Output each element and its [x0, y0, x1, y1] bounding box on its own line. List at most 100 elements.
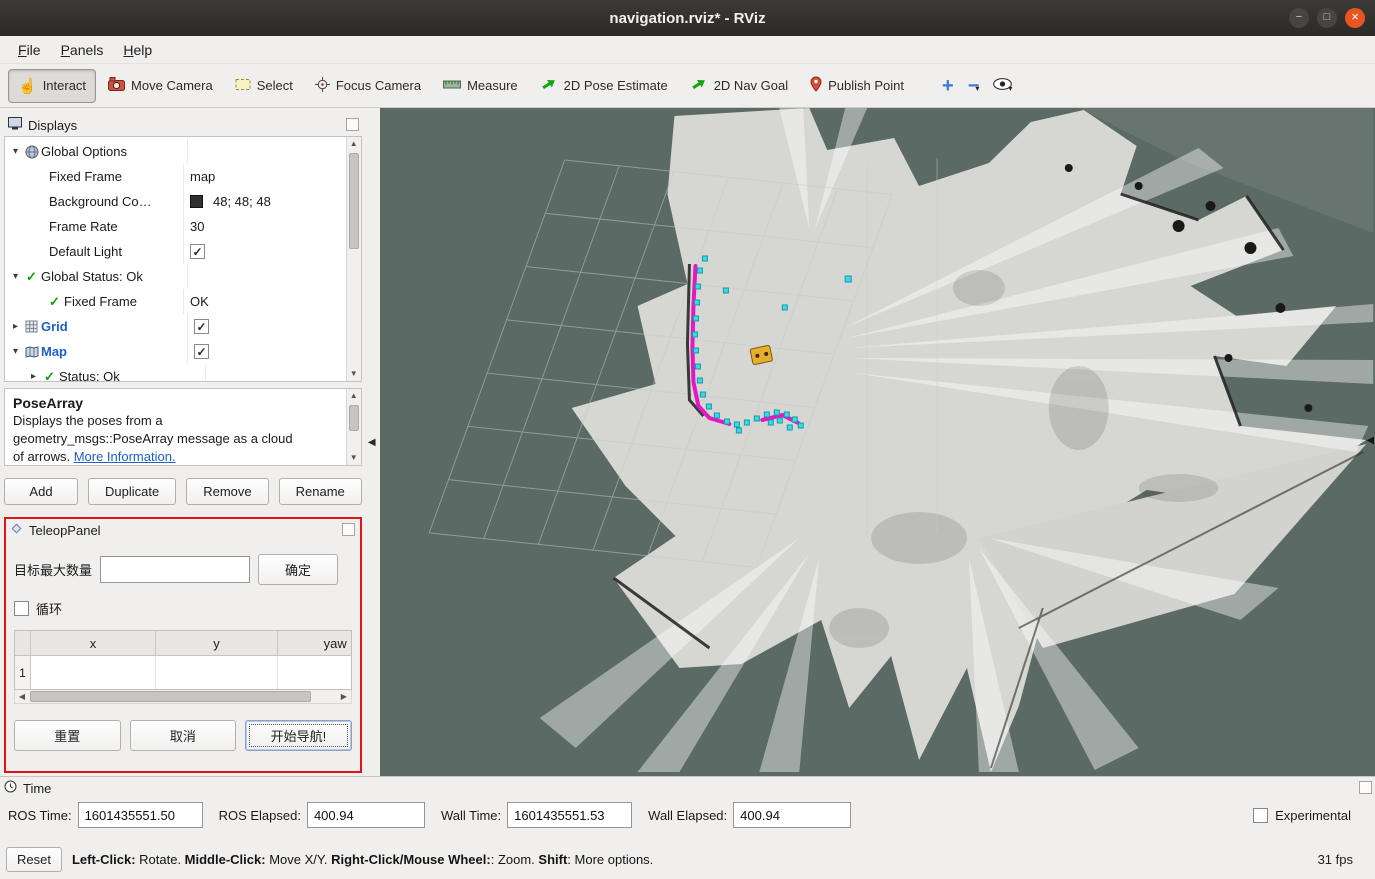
cell-y[interactable]	[156, 656, 278, 689]
add-tool-icon[interactable]: +	[942, 79, 954, 93]
scrollbar-thumb[interactable]	[349, 153, 359, 249]
more-information-link[interactable]: More Information.	[74, 449, 176, 464]
description-title: PoseArray	[13, 394, 338, 412]
close-button[interactable]: ×	[1345, 8, 1365, 28]
tree-row[interactable]: Background Co… 48; 48; 48	[5, 189, 346, 214]
wall-time-input[interactable]	[507, 802, 632, 828]
tool-publish-point[interactable]: Publish Point	[800, 68, 914, 103]
teleop-panel-header[interactable]: TeleopPanel	[6, 519, 360, 541]
experimental-group: Experimental	[1253, 808, 1351, 823]
remove-button[interactable]: Remove	[186, 478, 268, 505]
displays-scrollbar[interactable]: ▲ ▼	[346, 137, 361, 381]
collapse-left-icon[interactable]: ◀	[368, 437, 376, 448]
experimental-label: Experimental	[1275, 808, 1351, 823]
tool-focus-camera[interactable]: Focus Camera	[305, 69, 431, 103]
tree-row[interactable]: ▾ ✓ Global Status: Ok	[5, 264, 346, 289]
tree-row[interactable]: Frame Rate 30	[5, 214, 346, 239]
tool-properties-button[interactable]: ▾	[993, 78, 1012, 93]
default-light-checkbox[interactable]	[190, 244, 205, 259]
property-value	[205, 364, 346, 381]
tree-row[interactable]: ▸ Grid	[5, 314, 346, 339]
column-header-yaw[interactable]: yaw	[278, 631, 351, 655]
tree-row[interactable]: ▸ ✓ Status: Ok	[5, 364, 346, 381]
property-value[interactable]: map	[183, 164, 346, 189]
tree-row[interactable]: ▾ Map	[5, 339, 346, 364]
expander-closed-icon[interactable]: ▸	[27, 371, 40, 381]
menu-file[interactable]: File	[8, 39, 51, 61]
loop-checkbox[interactable]	[14, 601, 29, 616]
wall-elapsed-input[interactable]	[733, 802, 851, 828]
scroll-up-icon[interactable]: ▲	[347, 389, 361, 403]
scrollbar-thumb[interactable]	[30, 691, 311, 702]
loop-label: 循环	[36, 599, 62, 618]
rename-button[interactable]: Rename	[279, 478, 362, 505]
experimental-checkbox[interactable]	[1253, 808, 1268, 823]
tree-row[interactable]: ✓ Fixed Frame OK	[5, 289, 346, 314]
property-name: Fixed Frame	[5, 164, 183, 189]
tool-label: Select	[257, 78, 293, 93]
tree-row[interactable]: ▾ Global Options	[5, 139, 346, 164]
table-horizontal-scrollbar[interactable]: ◀ ▶	[14, 690, 352, 704]
scroll-right-icon[interactable]: ▶	[337, 690, 351, 703]
tree-row[interactable]: Default Light	[5, 239, 346, 264]
map-enabled-checkbox[interactable]	[194, 344, 209, 359]
cell-yaw[interactable]	[278, 656, 351, 689]
grid-enabled-checkbox[interactable]	[194, 319, 209, 334]
panel-float-button[interactable]	[346, 118, 359, 131]
panel-float-button[interactable]	[1359, 781, 1372, 794]
add-button[interactable]: Add	[4, 478, 78, 505]
tool-2d-pose-estimate[interactable]: 2D Pose Estimate	[530, 69, 678, 102]
expander-open-icon[interactable]: ▾	[9, 346, 22, 357]
tool-2d-nav-goal[interactable]: 2D Nav Goal	[680, 69, 798, 102]
scroll-up-icon[interactable]: ▲	[347, 137, 361, 151]
title-bar[interactable]: navigation.rviz* - RViz − □ ×	[0, 0, 1375, 36]
tool-move-camera[interactable]: Move Camera	[98, 69, 223, 102]
table-corner[interactable]	[15, 631, 31, 655]
cell-x[interactable]	[31, 656, 156, 689]
start-navigation-button[interactable]: 开始导航!	[245, 720, 352, 751]
description-scrollbar[interactable]: ▲ ▼	[346, 389, 361, 465]
wall-elapsed-label: Wall Elapsed:	[648, 808, 727, 823]
panel-splitter[interactable]: ◀	[364, 108, 380, 776]
reset-goals-button[interactable]: 重置	[14, 720, 121, 751]
column-header-y[interactable]: y	[156, 631, 278, 655]
duplicate-button[interactable]: Duplicate	[88, 478, 176, 505]
tool-measure[interactable]: Measure	[433, 70, 528, 101]
time-panel-header[interactable]: Time	[0, 777, 1375, 799]
remove-tool-button[interactable]: − ▾	[968, 79, 980, 93]
row-header[interactable]: 1	[15, 656, 31, 689]
value-text: OK	[190, 294, 209, 309]
wall-time-label: Wall Time:	[441, 808, 501, 823]
scroll-down-icon[interactable]: ▼	[347, 451, 361, 465]
render-viewport[interactable]: ◀	[380, 108, 1375, 776]
scrollbar-thumb[interactable]	[349, 405, 359, 431]
maximize-button[interactable]: □	[1317, 8, 1337, 28]
expander-open-icon[interactable]: ▾	[9, 271, 22, 282]
collapse-right-icon[interactable]: ◀	[1366, 435, 1374, 446]
cancel-button[interactable]: 取消	[130, 720, 237, 751]
confirm-button[interactable]: 确定	[258, 554, 338, 585]
scroll-down-icon[interactable]: ▼	[347, 367, 361, 381]
tree-row[interactable]: Fixed Frame map	[5, 164, 346, 189]
expander-open-icon[interactable]: ▾	[9, 146, 22, 157]
max-goal-input[interactable]	[100, 556, 250, 583]
displays-panel-header[interactable]: Displays	[4, 114, 362, 136]
tool-select[interactable]: Select	[225, 70, 303, 102]
expander-closed-icon[interactable]: ▸	[9, 321, 22, 332]
menu-help[interactable]: Help	[113, 39, 162, 61]
teleop-panel-title: TeleopPanel	[29, 523, 101, 538]
selection-box-icon	[235, 78, 251, 94]
property-value[interactable]: 48; 48; 48	[183, 189, 346, 214]
minimize-button[interactable]: −	[1289, 8, 1309, 28]
panel-float-button[interactable]	[342, 523, 355, 536]
reset-button[interactable]: Reset	[6, 847, 62, 872]
column-header-x[interactable]: x	[31, 631, 156, 655]
menu-panels[interactable]: Panels	[51, 39, 114, 61]
ros-time-input[interactable]	[78, 802, 203, 828]
property-value[interactable]: 30	[183, 214, 346, 239]
help-text: Left-Click: Rotate. Middle-Click: Move X…	[72, 852, 653, 867]
tool-interact[interactable]: ☝ Interact	[8, 69, 96, 103]
tool-label: 2D Nav Goal	[714, 78, 788, 93]
ros-elapsed-input[interactable]	[307, 802, 425, 828]
scroll-left-icon[interactable]: ◀	[15, 690, 29, 703]
